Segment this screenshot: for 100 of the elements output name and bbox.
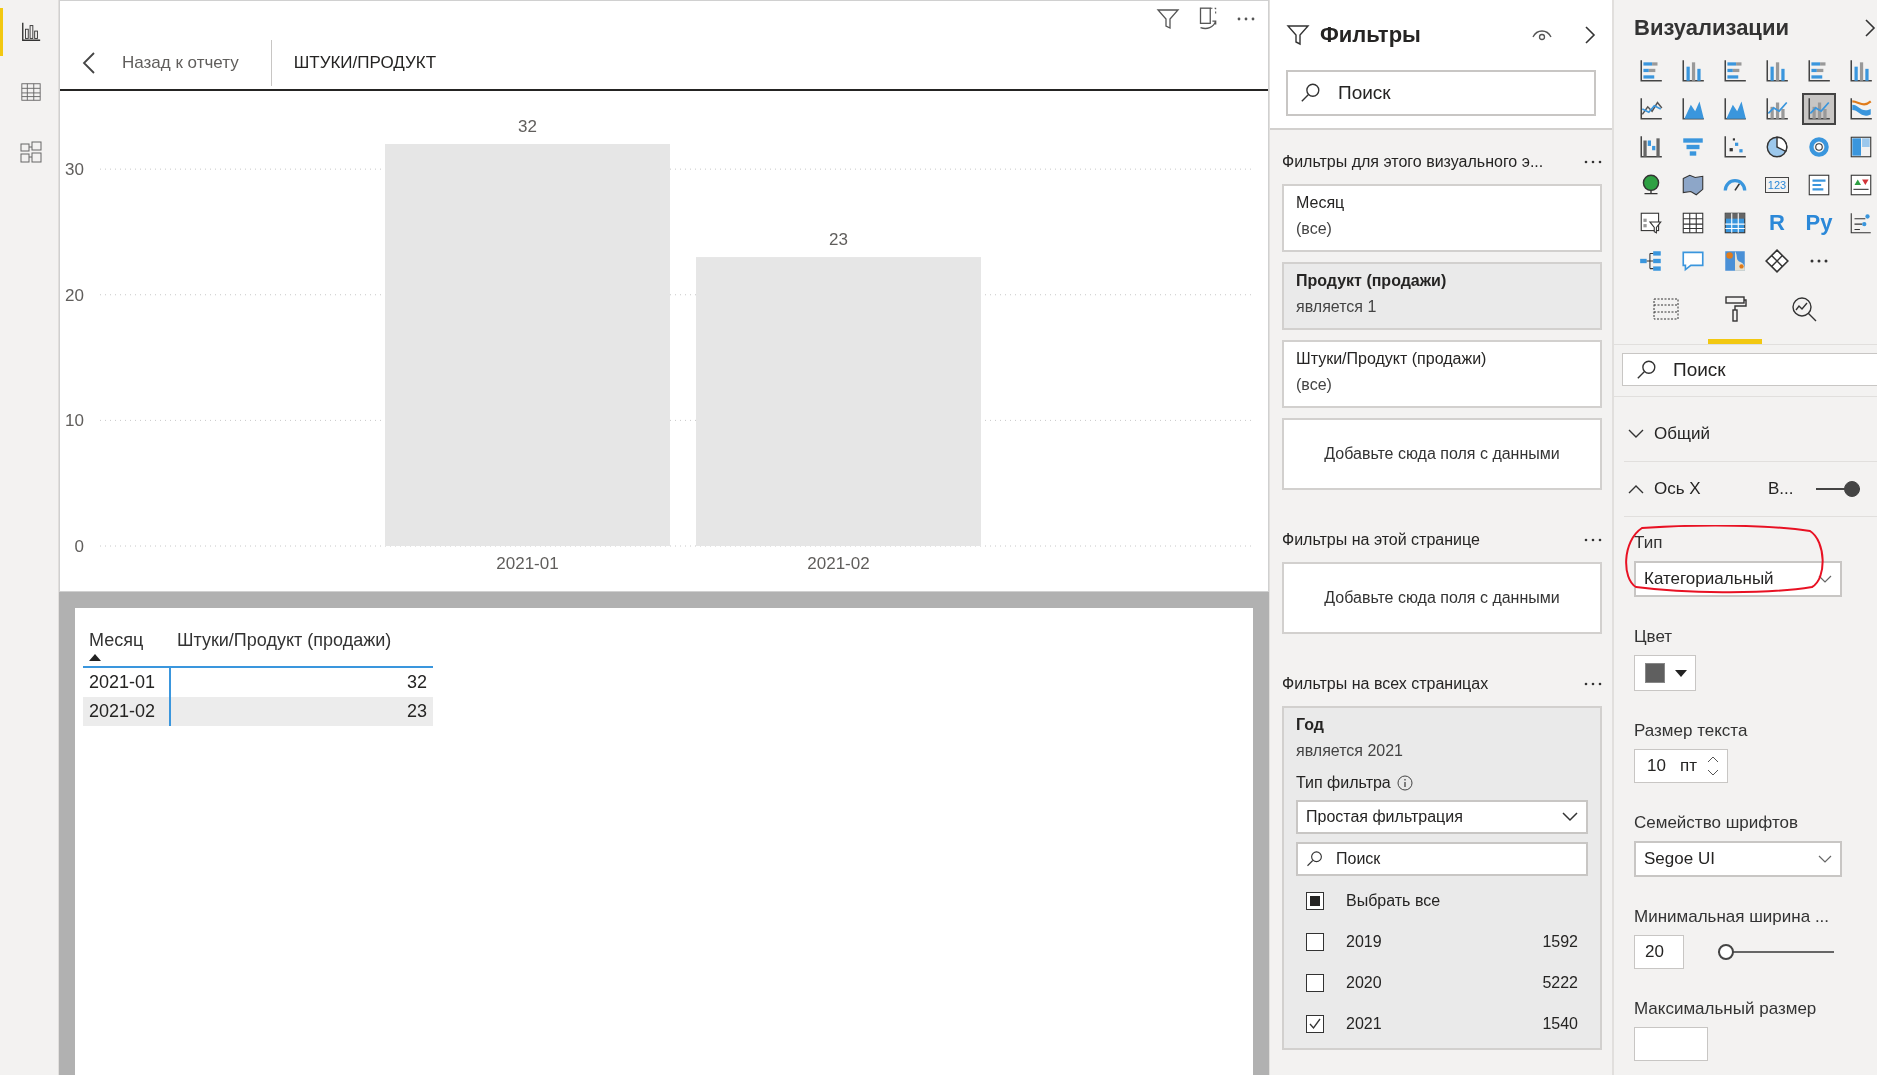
filter-icon[interactable]	[1156, 7, 1180, 31]
visual-type-button[interactable]	[1802, 93, 1836, 126]
x-axis-label: 2021-01	[496, 554, 559, 573]
y-axis-label: 0	[74, 537, 84, 556]
filter-name: Штуки/Продукт (продажи)	[1296, 350, 1488, 368]
filter-name: Месяц	[1296, 194, 1346, 212]
filter-card[interactable]: Год является 2021 Тип фильтра Простая фильтрация Поиск Выбрать все 2019 1592 2020 5222 2021 1540	[1282, 706, 1602, 1050]
y-axis-label: 10	[65, 411, 84, 431]
section-title: Фильтры на всех страницах	[1282, 675, 1489, 693]
waterfall-chart-icon	[1638, 134, 1664, 161]
stacked-column-chart-icon	[1680, 58, 1706, 85]
more-options-icon[interactable]	[1584, 159, 1602, 165]
search-field[interactable]: Поиск	[1622, 353, 1877, 386]
eye-icon[interactable]	[1532, 28, 1552, 42]
table-cell: 2021-02	[83, 697, 171, 726]
dropdown[interactable]: Категориальный	[1634, 561, 1842, 597]
chevron-down-icon	[1818, 855, 1832, 863]
column-header[interactable]: Штуки/Продукт (продажи)	[171, 622, 433, 651]
stacked-bar-chart-icon	[1638, 58, 1664, 85]
number-input[interactable]	[1634, 1027, 1708, 1061]
search-icon	[1636, 358, 1658, 381]
filter-option[interactable]: Выбрать все	[1296, 884, 1588, 917]
sort-ascending-icon	[89, 654, 101, 661]
field-label: Тип фильтра	[1296, 774, 1391, 792]
filter-type-dropdown[interactable]: Простая фильтрация	[1296, 800, 1588, 834]
chevron-down-icon	[1818, 575, 1832, 583]
field-label: Семейство шрифтов	[1634, 813, 1799, 833]
search-field[interactable]: Поиск	[1296, 842, 1588, 876]
stacked-area-chart-icon	[1722, 96, 1748, 123]
more-options-icon[interactable]	[1584, 681, 1602, 687]
data-label: 23	[829, 230, 848, 250]
card-visual-button[interactable]: 123	[1760, 169, 1794, 202]
filter-summary: (все)	[1296, 376, 1333, 394]
search-icon	[1306, 850, 1324, 868]
filter-name: Продукт (продажи)	[1296, 272, 1448, 290]
field-label: Размер текста	[1634, 721, 1749, 741]
filter-option[interactable]: 2020 5222	[1296, 966, 1588, 999]
pane-title: Визуализации	[1634, 14, 1789, 41]
filter-option[interactable]: 2021 1540	[1296, 1007, 1588, 1040]
line-chart-icon	[1638, 96, 1664, 123]
checkbox[interactable]	[1306, 1014, 1324, 1033]
toggle-label: В...	[1768, 479, 1794, 499]
section-title: Фильтры на этой странице	[1282, 531, 1480, 549]
chevron-right-icon[interactable]	[1864, 17, 1876, 38]
filter-card[interactable]: Месяц (все)	[1282, 184, 1602, 252]
clustered-bar-chart-icon	[1722, 58, 1748, 85]
ribbon-chart-icon	[1848, 96, 1874, 123]
drop-zone[interactable]: Добавьте сюда поля с данными	[1282, 418, 1602, 490]
filter-summary: является 2021	[1296, 742, 1404, 760]
table-cell-text: 23	[405, 700, 428, 723]
caret-down-icon	[1675, 669, 1687, 677]
clustered-column-chart-icon	[1764, 58, 1790, 85]
field-label: Тип	[1634, 533, 1664, 553]
slicer-icon	[1638, 210, 1664, 237]
number-spinner[interactable]: 10 пт	[1634, 749, 1728, 783]
full-bar-chart-icon	[1806, 58, 1832, 85]
visual-title: ШТУКИ/ПРОДУКТ	[292, 53, 437, 73]
column-header[interactable]: Месяц	[83, 622, 171, 661]
filter-summary: является 1	[1296, 298, 1378, 316]
filter-name: Год	[1296, 716, 1325, 734]
info-icon	[1396, 775, 1413, 791]
format-section-header[interactable]: Общий	[1624, 407, 1877, 462]
chevron-down-icon	[1628, 429, 1644, 439]
area-chart-icon	[1680, 96, 1706, 123]
count: 1540	[1542, 1014, 1578, 1033]
count: 1592	[1542, 932, 1578, 951]
pane-tab[interactable]	[1708, 295, 1762, 345]
count: 5222	[1542, 973, 1578, 992]
filter-summary: (все)	[1296, 220, 1333, 238]
field-label: Цвет	[1634, 627, 1674, 647]
model-icon	[18, 140, 43, 164]
drop-zone[interactable]: Добавьте сюда поля с данными	[1282, 562, 1602, 634]
number-input[interactable]: 20	[1634, 935, 1684, 969]
filter-card[interactable]: Продукт (продажи) является 1	[1282, 262, 1602, 330]
diamond-icon	[1764, 248, 1790, 275]
search-field[interactable]: Поиск	[1286, 70, 1596, 116]
chevron-right-icon[interactable]	[1584, 25, 1596, 45]
chevron-left-icon	[82, 51, 96, 75]
y-axis-label: 20	[65, 285, 84, 305]
chevron-up-icon	[1628, 484, 1644, 494]
table-cell-text: 32	[405, 671, 428, 694]
filter-card[interactable]: Штуки/Продукт (продажи) (все)	[1282, 340, 1602, 408]
format-section-header[interactable]: Ось X В...	[1624, 462, 1877, 517]
search-icon	[1300, 82, 1322, 104]
dropdown[interactable]: Segoe UI	[1634, 841, 1842, 877]
color-picker[interactable]	[1634, 655, 1696, 691]
filter-option[interactable]: 2019 1592	[1296, 925, 1588, 958]
bar-chart-icon	[19, 21, 42, 43]
toggle-switch[interactable]	[1815, 483, 1860, 495]
checkbox[interactable]	[1306, 891, 1324, 910]
section-title: Фильтры для этого визуального э...	[1282, 153, 1544, 171]
scatter-chart-icon	[1722, 134, 1748, 161]
pane-title: Фильтры	[1320, 22, 1422, 48]
back-to-report-button[interactable]: Назад к отчету	[82, 40, 272, 86]
filter-icon	[1286, 23, 1310, 47]
checkbox[interactable]	[1306, 973, 1324, 992]
table-icon	[19, 81, 42, 103]
checkbox[interactable]	[1306, 932, 1324, 951]
more-options-icon[interactable]	[1584, 537, 1602, 543]
line-and-column-chart-icon	[1806, 96, 1832, 123]
